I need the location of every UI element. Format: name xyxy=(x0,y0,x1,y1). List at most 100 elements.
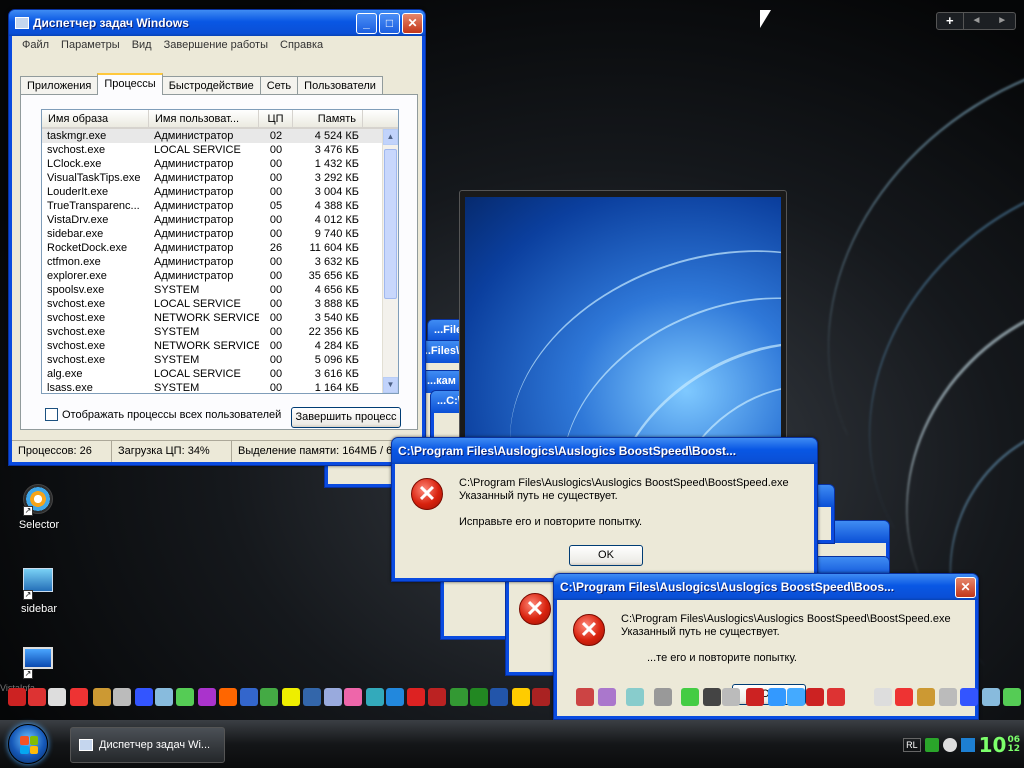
dock-app-icon[interactable] xyxy=(895,688,913,706)
window-preview-thumbnail[interactable] xyxy=(459,190,787,450)
title-bar[interactable]: Диспетчер задач Windows _ □ ✕ xyxy=(9,10,425,36)
table-row[interactable]: svchost.exe LOCAL SERVICE 00 3 476 КБ xyxy=(42,143,398,157)
close-button[interactable]: ✕ xyxy=(955,576,976,598)
dock-app-icon[interactable] xyxy=(198,688,216,706)
ok-button[interactable]: OK xyxy=(569,545,643,566)
desktop-icon-sidebar[interactable]: ↗ sidebar xyxy=(7,564,71,615)
dock-app-icon[interactable] xyxy=(512,688,530,706)
table-row[interactable]: spoolsv.exe SYSTEM 00 4 656 КБ xyxy=(42,283,398,297)
dock-app-icon[interactable] xyxy=(1003,688,1021,706)
dock-app-icon[interactable] xyxy=(982,688,1000,706)
dock-app-icon[interactable] xyxy=(282,688,300,706)
table-row[interactable]: VistaDrv.exe Администратор 00 4 012 КБ xyxy=(42,213,398,227)
scroll-thumb[interactable] xyxy=(384,149,397,299)
add-desktop-button[interactable]: + xyxy=(937,13,964,29)
dock-app-icon[interactable] xyxy=(681,688,699,706)
dock-app-icon[interactable] xyxy=(939,688,957,706)
menu-shutdown[interactable]: Завершение работы xyxy=(158,38,274,54)
dock-app-icon[interactable] xyxy=(113,688,131,706)
dock-app-icon[interactable] xyxy=(722,688,740,706)
dock-app-icon[interactable] xyxy=(303,688,321,706)
dock-app-icon[interactable] xyxy=(70,688,88,706)
dock-app-icon[interactable] xyxy=(344,688,362,706)
dock-app-icon[interactable] xyxy=(93,688,111,706)
dock-app-icon[interactable] xyxy=(598,688,616,706)
taskbar-button-task-manager[interactable]: Диспетчер задач Wi... xyxy=(70,727,225,763)
dock-app-icon[interactable] xyxy=(960,688,978,706)
dock-app-icon[interactable] xyxy=(806,688,824,706)
volume-icon[interactable] xyxy=(942,738,957,752)
scroll-up-arrow-icon[interactable]: ▲ xyxy=(383,129,398,145)
dock-app-icon[interactable] xyxy=(155,688,173,706)
dock-app-icon[interactable] xyxy=(366,688,384,706)
desktop-icon-selector[interactable]: ↗ Selector xyxy=(7,484,71,531)
tray-app-icon[interactable] xyxy=(960,738,975,752)
checkbox-box[interactable] xyxy=(45,408,58,421)
table-row[interactable]: sidebar.exe Администратор 00 9 740 КБ xyxy=(42,227,398,241)
dock-app-icon[interactable] xyxy=(386,688,404,706)
dock-app-icon[interactable] xyxy=(135,688,153,706)
scroll-down-arrow-icon[interactable]: ▼ xyxy=(383,377,398,393)
table-row[interactable]: VisualTaskTips.exe Администратор 00 3 292 К… xyxy=(42,171,398,185)
table-row[interactable]: lsass.exe SYSTEM 00 1 164 КБ xyxy=(42,381,398,393)
menu-options[interactable]: Параметры xyxy=(55,38,126,54)
dock-app-icon[interactable] xyxy=(240,688,258,706)
table-row[interactable]: LouderIt.exe Администратор 00 3 004 КБ xyxy=(42,185,398,199)
next-desktop-button[interactable]: ► xyxy=(989,13,1015,29)
title-bar[interactable]: C:\Program Files\Auslogics\Auslogics Boo… xyxy=(554,574,978,600)
column-user-name[interactable]: Имя пользоват... xyxy=(149,110,259,127)
tab-network[interactable]: Сеть xyxy=(259,76,299,95)
menu-file[interactable]: Файл xyxy=(16,38,55,54)
column-memory[interactable]: Память xyxy=(293,110,363,127)
dock-app-icon[interactable] xyxy=(48,688,66,706)
dock-app-icon[interactable] xyxy=(746,688,764,706)
dock-app-icon[interactable] xyxy=(470,688,488,706)
dock-app-icon[interactable] xyxy=(28,688,46,706)
close-button[interactable]: ✕ xyxy=(402,12,423,34)
menu-help[interactable]: Справка xyxy=(274,38,329,54)
dock-app-icon[interactable] xyxy=(176,688,194,706)
error-dialog[interactable]: C:\Program Files\Auslogics\Auslogics Boo… xyxy=(391,437,818,582)
table-row[interactable]: TrueTransparenc... Администратор 05 4 388 К… xyxy=(42,199,398,213)
table-row[interactable]: RocketDock.exe Администратор 26 11 604 КБ xyxy=(42,241,398,255)
table-row[interactable]: svchost.exe SYSTEM 00 22 356 КБ xyxy=(42,325,398,339)
tab-processes[interactable]: Процессы xyxy=(97,73,163,95)
table-row[interactable]: explorer.exe Администратор 00 35 656 КБ xyxy=(42,269,398,283)
table-row[interactable]: svchost.exe NETWORK SERVICE 00 4 284 КБ xyxy=(42,339,398,353)
tab-performance[interactable]: Быстродействие xyxy=(161,76,261,95)
dock-app-icon[interactable] xyxy=(532,688,550,706)
table-row[interactable]: svchost.exe NETWORK SERVICE 00 3 540 КБ xyxy=(42,311,398,325)
task-manager-window[interactable]: Диспетчер задач Windows _ □ ✕ Файл Парам… xyxy=(8,9,426,466)
dock-app-icon[interactable] xyxy=(576,688,594,706)
vertical-scrollbar[interactable]: ▲ ▼ xyxy=(382,129,398,393)
table-row[interactable]: svchost.exe SYSTEM 00 5 096 КБ xyxy=(42,353,398,367)
process-list[interactable]: Имя образа Имя пользоват... ЦП Память ta… xyxy=(41,109,399,394)
network-icon[interactable] xyxy=(924,738,939,752)
table-row[interactable]: LClock.exe Администратор 00 1 432 КБ xyxy=(42,157,398,171)
dock-app-icon[interactable] xyxy=(787,688,805,706)
dock-app-icon[interactable] xyxy=(703,688,721,706)
language-indicator[interactable]: RL xyxy=(903,738,921,752)
virtual-desktop-switcher[interactable]: + ◄ ► xyxy=(936,12,1016,30)
dock-app-icon[interactable] xyxy=(827,688,845,706)
column-image-name[interactable]: Имя образа xyxy=(42,110,149,127)
dock-app-icon[interactable] xyxy=(626,688,644,706)
end-process-button[interactable]: Завершить процесс xyxy=(291,407,401,428)
dock-app-icon[interactable] xyxy=(324,688,342,706)
dock-app-icon[interactable] xyxy=(407,688,425,706)
dock-app-icon[interactable] xyxy=(490,688,508,706)
minimize-button[interactable]: _ xyxy=(356,12,377,34)
desktop-icon-monitor[interactable]: ↗ xyxy=(7,645,71,682)
maximize-button[interactable]: □ xyxy=(379,12,400,34)
dock-app-icon[interactable] xyxy=(917,688,935,706)
dock-app-icon[interactable] xyxy=(428,688,446,706)
dock-app-icon[interactable] xyxy=(219,688,237,706)
menu-view[interactable]: Вид xyxy=(126,38,158,54)
table-row[interactable]: svchost.exe LOCAL SERVICE 00 3 888 КБ xyxy=(42,297,398,311)
tab-users[interactable]: Пользователи xyxy=(297,76,383,95)
column-cpu[interactable]: ЦП xyxy=(259,110,293,127)
show-all-users-checkbox[interactable]: Отображать процессы всех пользователей xyxy=(45,408,281,421)
start-button[interactable] xyxy=(8,724,48,764)
table-row[interactable]: alg.exe LOCAL SERVICE 00 3 616 КБ xyxy=(42,367,398,381)
dock-app-icon[interactable] xyxy=(8,688,26,706)
